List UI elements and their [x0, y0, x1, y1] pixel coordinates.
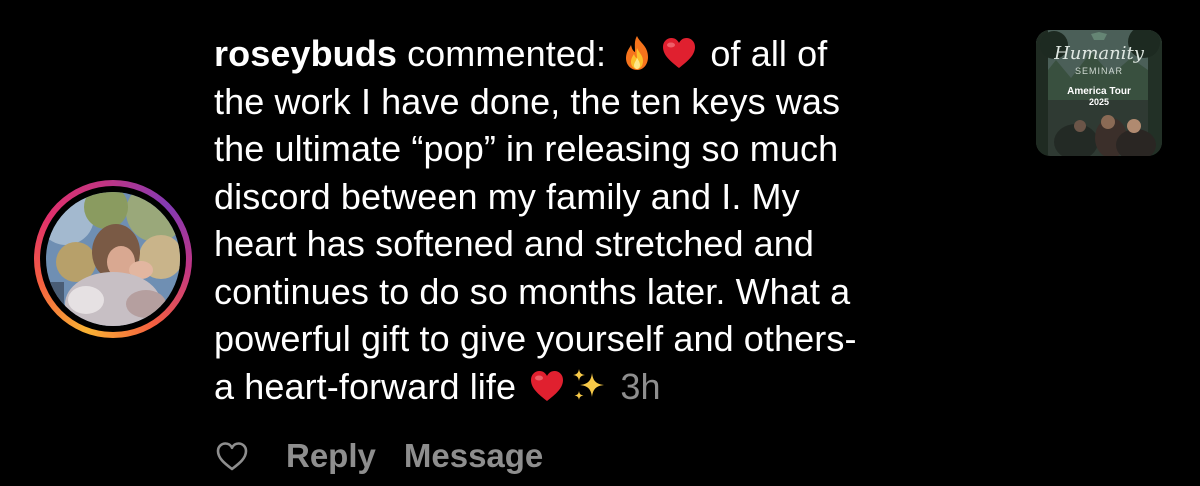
avatar[interactable]	[46, 192, 180, 326]
comment-line-2: the work I have done, the ten keys was	[214, 80, 841, 122]
avatar-story-ring[interactable]	[34, 180, 192, 338]
thumbnail-subtitle: SEMINAR	[1074, 66, 1123, 76]
red-heart-emoji-icon	[528, 367, 566, 405]
comment-body: roseybuds commented: of all of the work …	[214, 30, 1004, 410]
fire-emoji-icon	[618, 34, 656, 72]
avatar-ring-gap	[40, 186, 186, 332]
avatar-photo-image	[46, 192, 180, 326]
comment-timestamp: 3h	[620, 365, 661, 407]
comment-line-8: a heart-forward life 3h	[214, 363, 1004, 411]
comment-line-7: powerful gift to give yourself and other…	[214, 318, 857, 359]
comment-line-8-text: a heart-forward life	[214, 365, 527, 407]
reply-button[interactable]: Reply	[286, 437, 376, 475]
message-button[interactable]: Message	[404, 437, 543, 475]
comment-line-5: heart has softened and stretched and	[214, 223, 815, 264]
red-heart-emoji-icon	[660, 34, 698, 72]
comment-verb: commented:	[396, 33, 617, 74]
sparkles-emoji-icon	[570, 367, 608, 405]
post-thumbnail[interactable]: Humanity SEMINAR America Tour 2025	[1036, 30, 1162, 156]
thumbnail-title: Humanity	[1054, 43, 1144, 64]
comment-line-3: the ultimate “pop” in releasing so much	[214, 128, 839, 169]
comment-actions: Reply Message	[214, 434, 543, 478]
heart-outline-icon[interactable]	[214, 438, 250, 474]
comment-line-1: roseybuds commented: of all of	[214, 30, 1004, 78]
comment-username[interactable]: roseybuds	[214, 33, 397, 74]
thumbnail-tour: America Tour	[1067, 86, 1131, 97]
comment-line-1-tail: of all of	[700, 33, 828, 74]
comment-line-6: continues to do so months later. What a	[214, 270, 851, 312]
thumbnail-year: 2025	[1088, 97, 1110, 107]
comment-line-4: discord between my family and I. My	[214, 175, 800, 217]
